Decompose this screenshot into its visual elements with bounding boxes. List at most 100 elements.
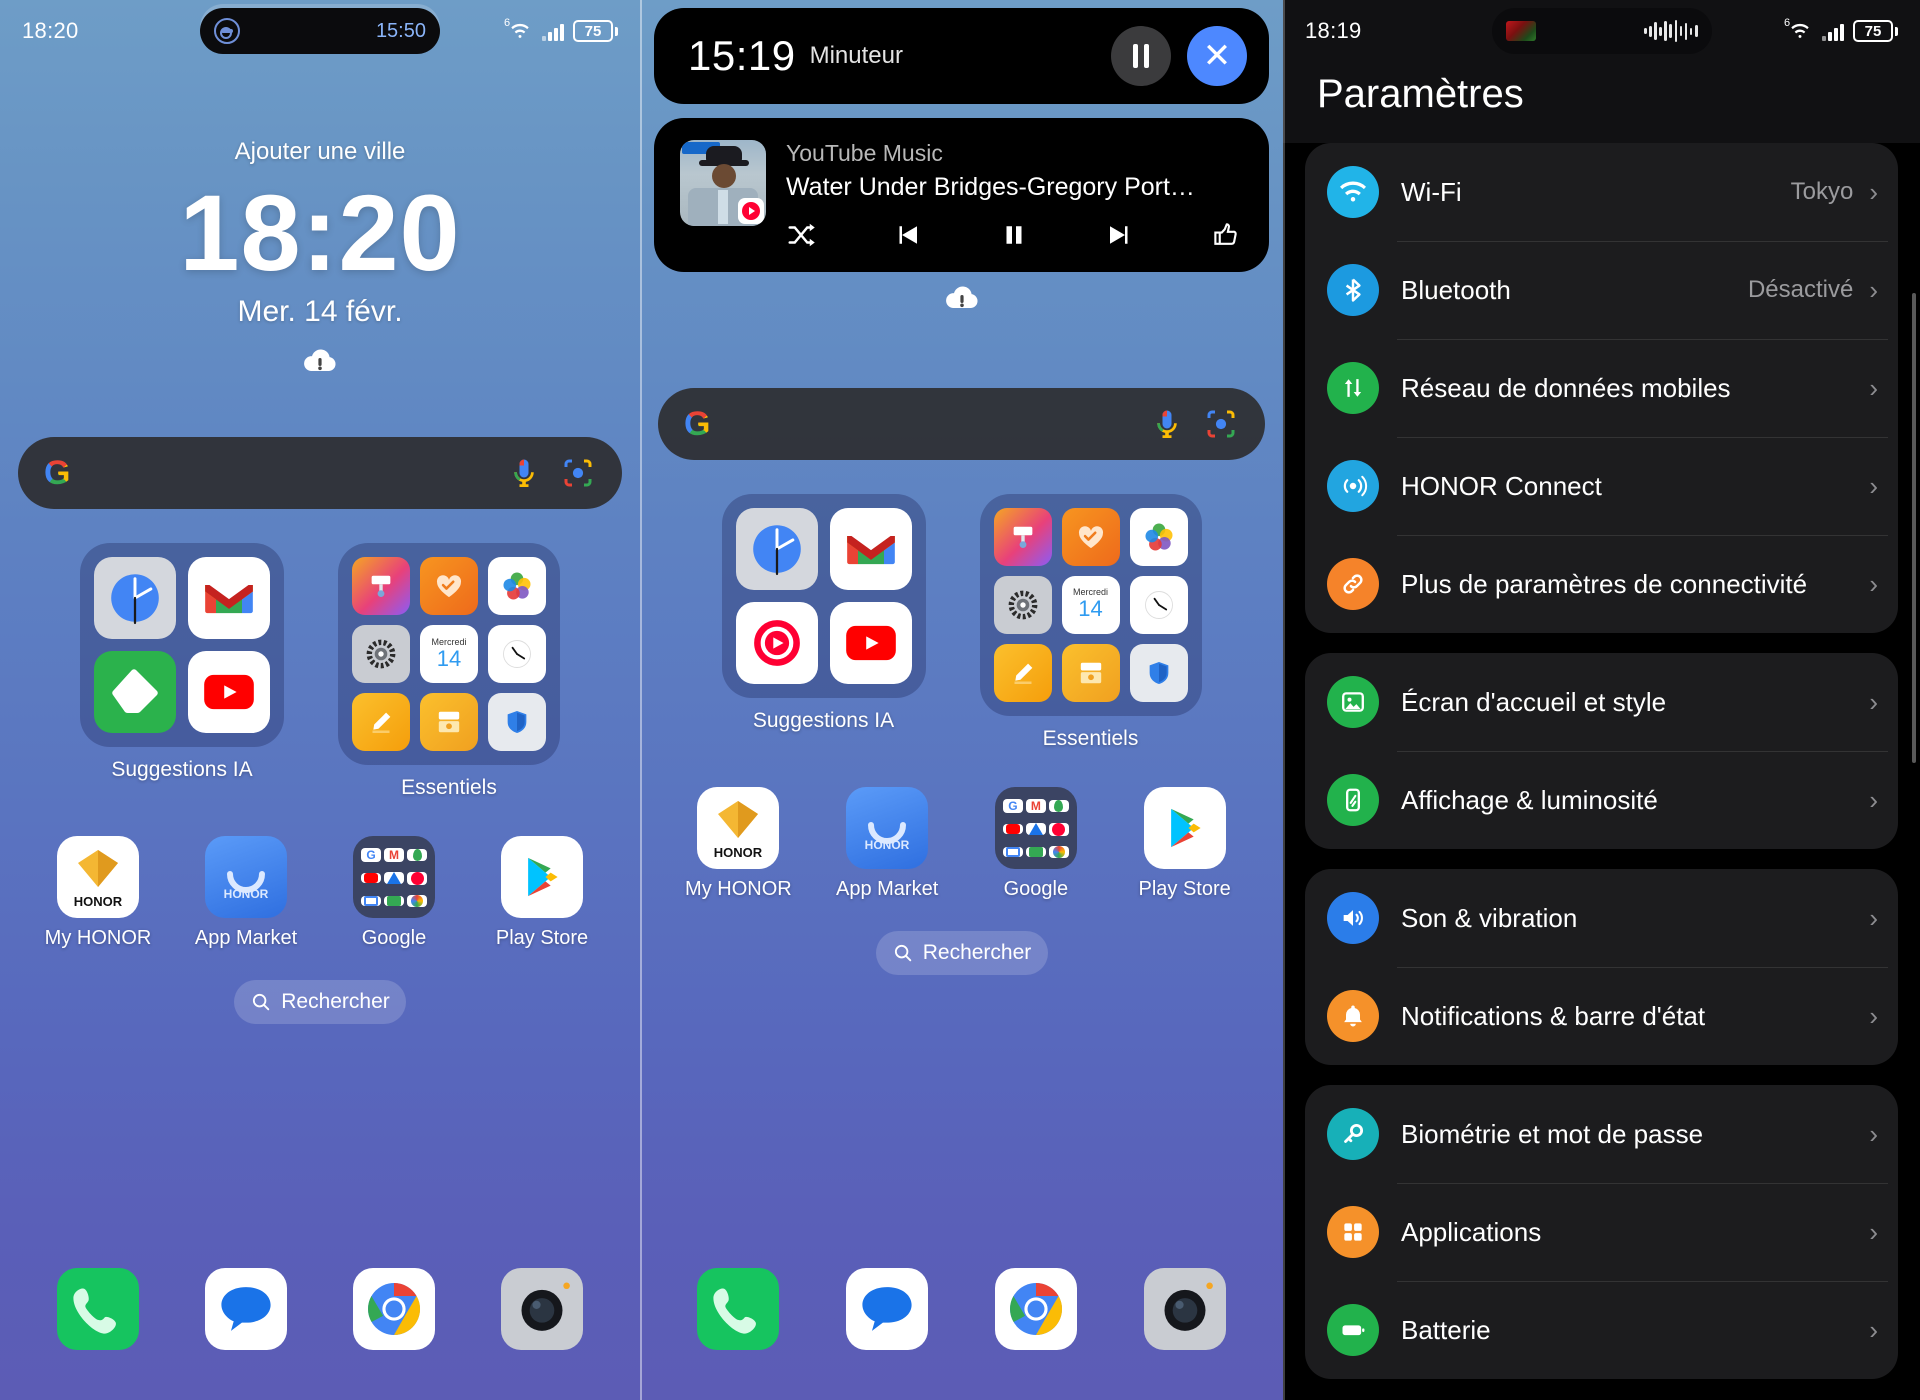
gmail-icon[interactable]: [829, 508, 912, 590]
gmail-icon[interactable]: [188, 557, 270, 640]
status-capsule-timer[interactable]: 15:50: [200, 8, 440, 54]
settings-row-bluetooth[interactable]: Bluetooth Désactivé ›: [1309, 241, 1894, 339]
battery-indicator: 75: [1853, 20, 1898, 42]
notification-timer[interactable]: 15:19 Minuteur ✕: [654, 8, 1269, 104]
wifi-6-icon: 6: [1784, 17, 1813, 42]
folder-suggestions-ia[interactable]: Suggestions IA: [721, 494, 926, 751]
status-capsule-media[interactable]: [1491, 8, 1712, 54]
messages-icon[interactable]: [846, 1268, 929, 1350]
google-lens-icon[interactable]: [560, 455, 596, 491]
folder-label: Suggestions IA: [111, 758, 253, 782]
previous-track-icon[interactable]: [892, 220, 922, 250]
gallery-icon[interactable]: [488, 557, 546, 616]
chrome-icon[interactable]: [353, 1268, 435, 1350]
timer-pause-button[interactable]: [1111, 26, 1171, 86]
health-heart-icon[interactable]: [420, 557, 478, 616]
app-play-store[interactable]: Play Store: [1130, 787, 1240, 901]
security-shield-icon[interactable]: [1129, 644, 1188, 702]
clock-analog-icon[interactable]: [1129, 576, 1188, 634]
camera-icon[interactable]: [501, 1268, 583, 1350]
apps-grid-icon: [1327, 1206, 1379, 1258]
search-pill[interactable]: Rechercher: [875, 931, 1048, 975]
next-track-icon[interactable]: [1105, 220, 1135, 250]
theme-brush-icon[interactable]: [352, 557, 410, 616]
add-city-label[interactable]: Ajouter une ville: [0, 138, 640, 166]
settings-row-more-connectivity[interactable]: Plus de paramètres de connectivité ›: [1309, 535, 1894, 633]
settings-row-notifications-statusbar[interactable]: Notifications & barre d'état ›: [1309, 967, 1894, 1065]
scrollbar[interactable]: [1912, 293, 1916, 763]
youtube-music-icon[interactable]: [735, 602, 818, 684]
clock-icon[interactable]: [735, 508, 818, 590]
clock-icon[interactable]: [94, 557, 176, 640]
lockscreen-time: 18:20: [179, 172, 461, 293]
folder-essentiels[interactable]: Mercredi 14 Essentiels: [338, 543, 560, 800]
folder-row: Suggestions IA Mercredi 14 Essentiels: [640, 494, 1283, 751]
settings-row-label: Biométrie et mot de passe: [1401, 1118, 1704, 1149]
system-settings-icon[interactable]: [352, 625, 410, 684]
pause-icon[interactable]: [999, 220, 1029, 250]
gallery-icon[interactable]: [1129, 508, 1188, 566]
folder-suggestions-ia[interactable]: Suggestions IA: [80, 543, 284, 800]
security-shield-icon[interactable]: [488, 693, 546, 752]
settings-group-sound: Son & vibration › Notifications & barre …: [1305, 869, 1898, 1065]
app-app-market[interactable]: HONOR App Market: [832, 787, 942, 901]
app-google-folder[interactable]: G M Google: [981, 787, 1091, 901]
settings-group-security: Biométrie et mot de passe › Applications…: [1305, 1085, 1898, 1379]
chrome-icon[interactable]: [994, 1268, 1077, 1350]
settings-row-battery[interactable]: Batterie ›: [1309, 1281, 1894, 1379]
notes-icon[interactable]: [993, 644, 1052, 702]
settings-row-biometrics-password[interactable]: Biométrie et mot de passe ›: [1309, 1085, 1894, 1183]
files-icon[interactable]: [420, 693, 478, 752]
settings-row-display-brightness[interactable]: Affichage & luminosité ›: [1309, 751, 1894, 849]
app-play-store[interactable]: Play Store: [487, 836, 597, 950]
health-heart-icon[interactable]: [1061, 508, 1120, 566]
settings-row-home-screen-style[interactable]: Écran d'accueil et style ›: [1309, 653, 1894, 751]
app-app-market[interactable]: HONOR App Market: [191, 836, 301, 950]
feedly-icon[interactable]: [94, 651, 176, 734]
calendar-icon[interactable]: Mercredi 14: [1061, 576, 1120, 634]
honor-diamond-icon: HONOR: [697, 787, 780, 869]
system-settings-icon[interactable]: [993, 576, 1052, 634]
notification-media-player[interactable]: YouTube Music Water Under Bridges-Gregor…: [654, 118, 1269, 272]
app-my-honor[interactable]: HONOR My HONOR: [43, 836, 153, 950]
shuffle-icon[interactable]: [786, 220, 816, 250]
key-icon: [1327, 1108, 1379, 1160]
camera-icon[interactable]: [1143, 1268, 1226, 1350]
calendar-day: 14: [1078, 596, 1103, 622]
phone-icon[interactable]: [57, 1268, 139, 1350]
files-icon[interactable]: [1061, 644, 1120, 702]
settings-row-applications[interactable]: Applications ›: [1309, 1183, 1894, 1281]
youtube-icon[interactable]: [188, 651, 270, 734]
google-lens-icon[interactable]: [1203, 406, 1239, 442]
honor-connect-icon: [1327, 460, 1379, 512]
settings-list[interactable]: Wi-Fi Tokyo › Bluetooth Désactivé › Rése…: [1283, 143, 1920, 1383]
app-google-folder[interactable]: G M Google: [339, 836, 449, 950]
phone-icon[interactable]: [697, 1268, 780, 1350]
microphone-icon[interactable]: [1149, 406, 1185, 442]
youtube-icon[interactable]: [829, 602, 912, 684]
theme-brush-icon[interactable]: [993, 508, 1052, 566]
settings-row-sound-vibration[interactable]: Son & vibration ›: [1309, 869, 1894, 967]
panel-divider-1: [640, 0, 642, 1400]
search-pill[interactable]: Rechercher: [234, 980, 406, 1025]
calendar-day: 14: [436, 645, 462, 671]
settings-row-honor-connect[interactable]: HONOR Connect ›: [1309, 437, 1894, 535]
timer-app-label: Minuteur: [809, 42, 903, 69]
clock-analog-icon[interactable]: [488, 625, 546, 684]
messages-icon[interactable]: [205, 1268, 287, 1350]
google-search-bar[interactable]: G: [18, 437, 622, 510]
app-label: Play Store: [495, 927, 589, 950]
calendar-icon[interactable]: Mercredi 14: [420, 625, 478, 684]
notes-icon[interactable]: [352, 693, 410, 752]
settings-row-label: Son & vibration: [1401, 902, 1578, 933]
settings-row-wifi[interactable]: Wi-Fi Tokyo ›: [1309, 143, 1894, 241]
app-my-honor[interactable]: HONOR My HONOR: [683, 787, 793, 901]
honor-appmarket-icon: HONOR: [846, 787, 929, 869]
thumbs-up-icon[interactable]: [1211, 220, 1241, 250]
google-folder-icon: G M: [353, 836, 435, 919]
folder-essentiels[interactable]: Mercredi 14 Essentiels: [979, 494, 1202, 751]
google-search-bar[interactable]: G: [658, 388, 1265, 460]
settings-row-mobile-data[interactable]: Réseau de données mobiles ›: [1309, 339, 1894, 437]
timer-close-button[interactable]: ✕: [1187, 26, 1247, 86]
microphone-icon[interactable]: [506, 455, 542, 491]
